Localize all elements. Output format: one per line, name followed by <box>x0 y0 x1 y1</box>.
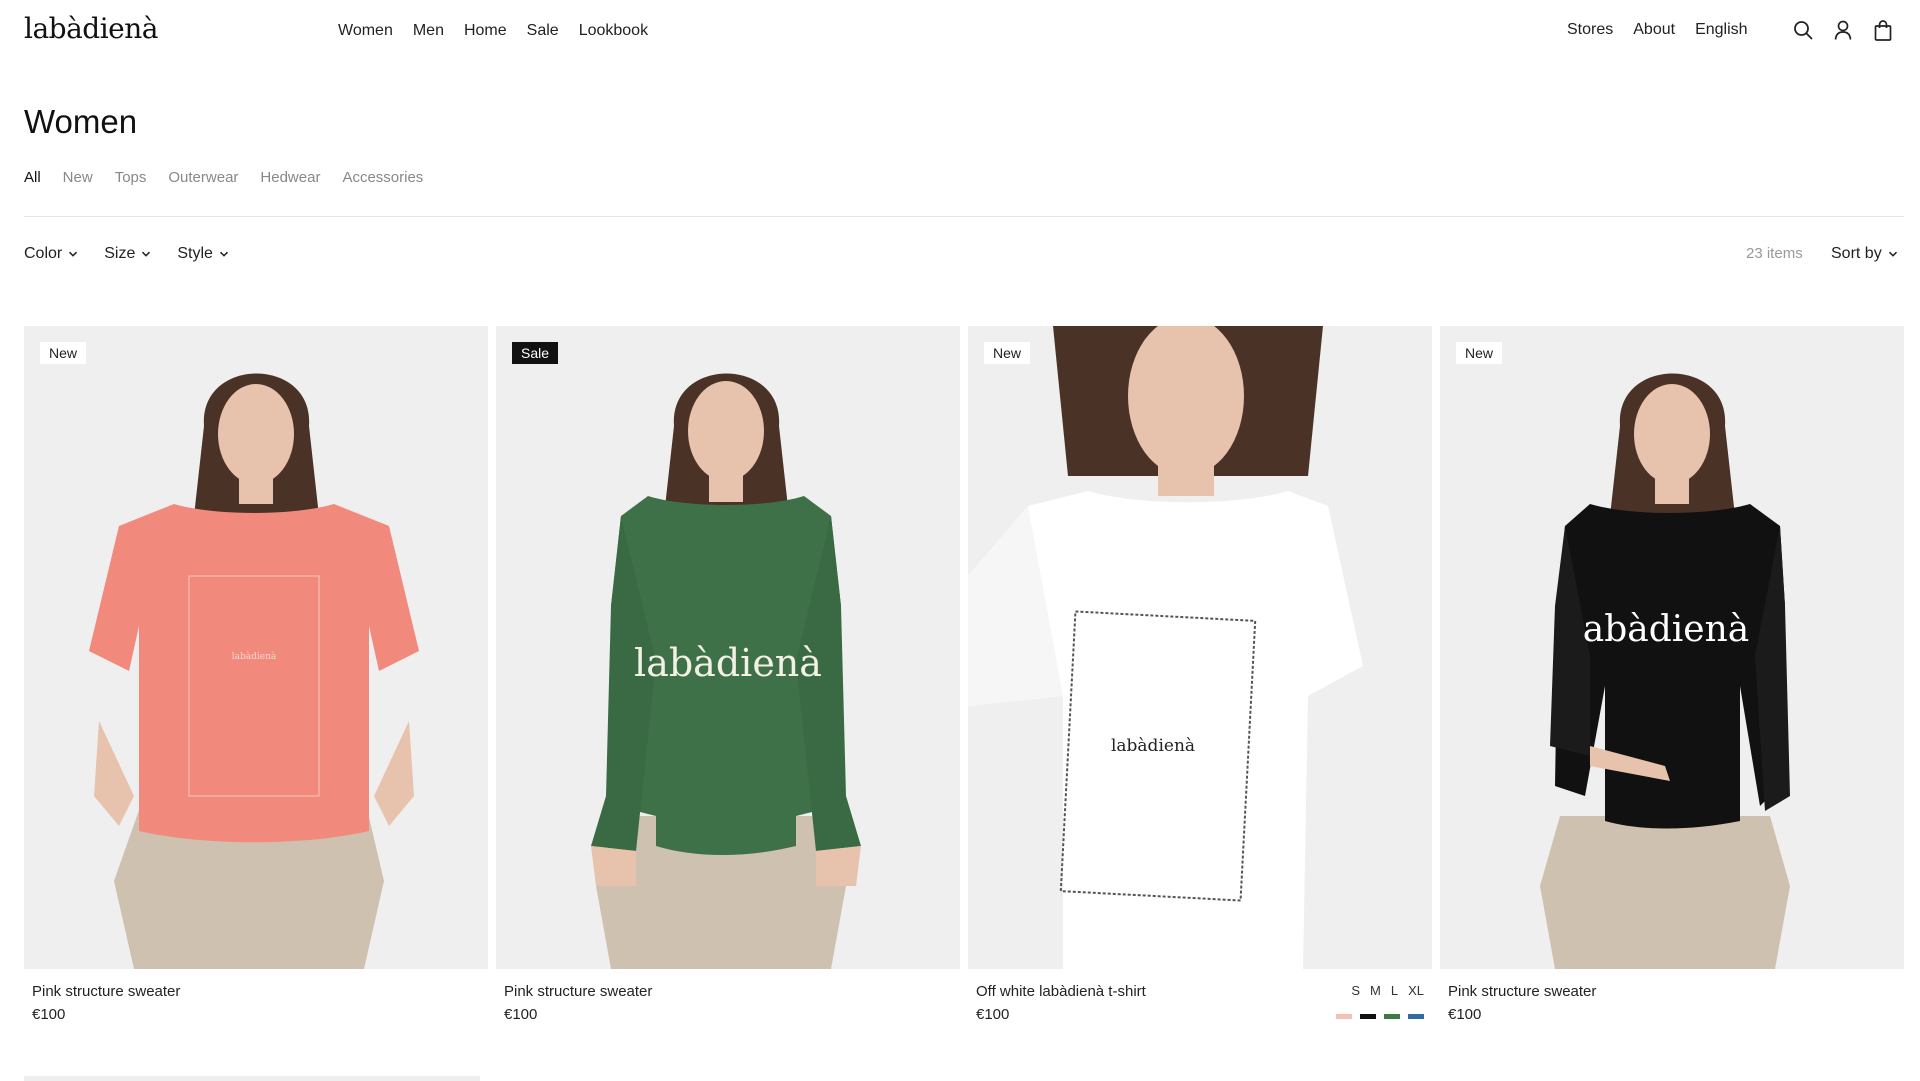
garment-print: labàdienà <box>634 641 822 685</box>
garment-print: labàdienà <box>1111 736 1195 756</box>
nav-men[interactable]: Men <box>413 22 444 40</box>
bag-icon[interactable] <box>1872 19 1894 41</box>
size-option-s[interactable]: S <box>1351 983 1360 998</box>
model-illustration: abàdienà <box>1540 373 1790 969</box>
product-card[interactable]: labàdienà Sale Pink structure sweater €1… <box>496 326 960 1029</box>
product-info: Pink structure sweater €100 <box>24 969 488 1029</box>
category-tab-tops[interactable]: Tops <box>115 169 147 186</box>
size-option-xl[interactable]: XL <box>1408 983 1424 998</box>
brand-logo[interactable]: labàdienà <box>24 12 158 45</box>
new-badge: New <box>1456 342 1503 364</box>
item-count: 23 items <box>1746 245 1803 262</box>
category-tab-outerwear[interactable]: Outerwear <box>168 169 238 186</box>
sort-by-dropdown[interactable]: Sort by <box>1831 245 1898 263</box>
filter-label: Color <box>24 245 63 262</box>
chevron-down-icon <box>219 251 228 257</box>
header-icons <box>1792 19 1894 41</box>
chevron-down-icon <box>1888 251 1897 257</box>
category-tab-accessories[interactable]: Accessories <box>342 169 423 186</box>
product-image[interactable]: labàdienà Sale <box>496 326 960 969</box>
category-tab-hedwear[interactable]: Hedwear <box>260 169 320 186</box>
product-card[interactable]: abàdienà New Pink structure sweater €100 <box>1440 326 1904 1029</box>
product-card[interactable]: labàdienà New Off white labàdienà t-shir… <box>968 326 1432 1029</box>
nav-about[interactable]: About <box>1633 21 1675 39</box>
size-options: S M L XL <box>1351 983 1424 998</box>
product-image[interactable]: labàdienà New <box>968 326 1432 969</box>
account-icon[interactable] <box>1832 19 1854 41</box>
garment-print: abàdienà <box>1583 609 1749 650</box>
product-price: €100 <box>32 1006 66 1023</box>
nav-women[interactable]: Women <box>338 22 393 40</box>
size-option-l[interactable]: L <box>1391 983 1398 998</box>
model-illustration: labàdienà <box>968 326 1363 969</box>
nav-home[interactable]: Home <box>464 22 507 40</box>
filter-label: Style <box>177 245 213 262</box>
model-illustration: labàdienà <box>591 373 861 969</box>
product-info: Pink structure sweater €100 <box>1440 969 1904 1029</box>
product-price: €100 <box>504 1006 538 1023</box>
language-selector[interactable]: English <box>1695 21 1747 39</box>
category-tab-all[interactable]: All <box>24 169 41 186</box>
chevron-down-icon <box>69 251 78 257</box>
secondary-nav: Stores About English <box>1567 21 1748 39</box>
product-card[interactable]: labàdienà New Pink structure sweater €10… <box>24 326 488 1029</box>
filter-color-dropdown[interactable]: Color <box>24 245 78 263</box>
product-name[interactable]: Pink structure sweater <box>32 983 180 1000</box>
search-icon[interactable] <box>1792 19 1814 41</box>
product-image[interactable]: abàdienà New <box>1440 326 1904 969</box>
chevron-down-icon <box>142 251 151 257</box>
sale-badge: Sale <box>512 342 559 364</box>
new-badge: New <box>40 342 87 364</box>
model-illustration: labàdienà <box>89 373 419 969</box>
sort-label: Sort by <box>1831 245 1882 262</box>
nav-sale[interactable]: Sale <box>527 22 559 40</box>
garment-print: labàdienà <box>232 651 277 662</box>
product-price: €100 <box>1448 1006 1482 1023</box>
product-image[interactable]: labàdienà New <box>24 326 488 969</box>
product-grid: labàdienà New Pink structure sweater €10… <box>24 326 1904 1029</box>
product-name[interactable]: Pink structure sweater <box>1448 983 1596 1000</box>
color-swatch-blue[interactable] <box>1408 1014 1424 1019</box>
nav-stores[interactable]: Stores <box>1567 21 1613 39</box>
category-tabs: All New Tops Outerwear Hedwear Accessori… <box>24 169 423 186</box>
main-nav: Women Men Home Sale Lookbook <box>338 22 648 40</box>
page-title: Women <box>24 103 138 140</box>
product-info: Off white labàdienà t-shirt €100 S M L X… <box>968 969 1432 1029</box>
new-badge: New <box>984 342 1031 364</box>
filter-style-dropdown[interactable]: Style <box>177 245 229 263</box>
category-tab-new[interactable]: New <box>63 169 93 186</box>
site-header: labàdienà Women Men Home Sale Lookbook S… <box>0 0 1920 62</box>
product-info: Pink structure sweater €100 <box>496 969 960 1029</box>
filter-label: Size <box>104 245 136 262</box>
filter-size-dropdown[interactable]: Size <box>104 245 151 263</box>
filter-bar: Color Size Style <box>24 245 229 263</box>
divider <box>24 216 1904 217</box>
size-option-m[interactable]: M <box>1370 983 1381 998</box>
color-swatches <box>1336 1014 1424 1019</box>
product-name[interactable]: Pink structure sweater <box>504 983 652 1000</box>
color-swatch-pink[interactable] <box>1336 1014 1352 1019</box>
product-price: €100 <box>976 1006 1010 1023</box>
nav-lookbook[interactable]: Lookbook <box>579 22 648 40</box>
color-swatch-black[interactable] <box>1360 1014 1376 1019</box>
next-row-product-image[interactable] <box>24 1076 480 1081</box>
product-name[interactable]: Off white labàdienà t-shirt <box>976 983 1146 1000</box>
color-swatch-green[interactable] <box>1384 1014 1400 1019</box>
